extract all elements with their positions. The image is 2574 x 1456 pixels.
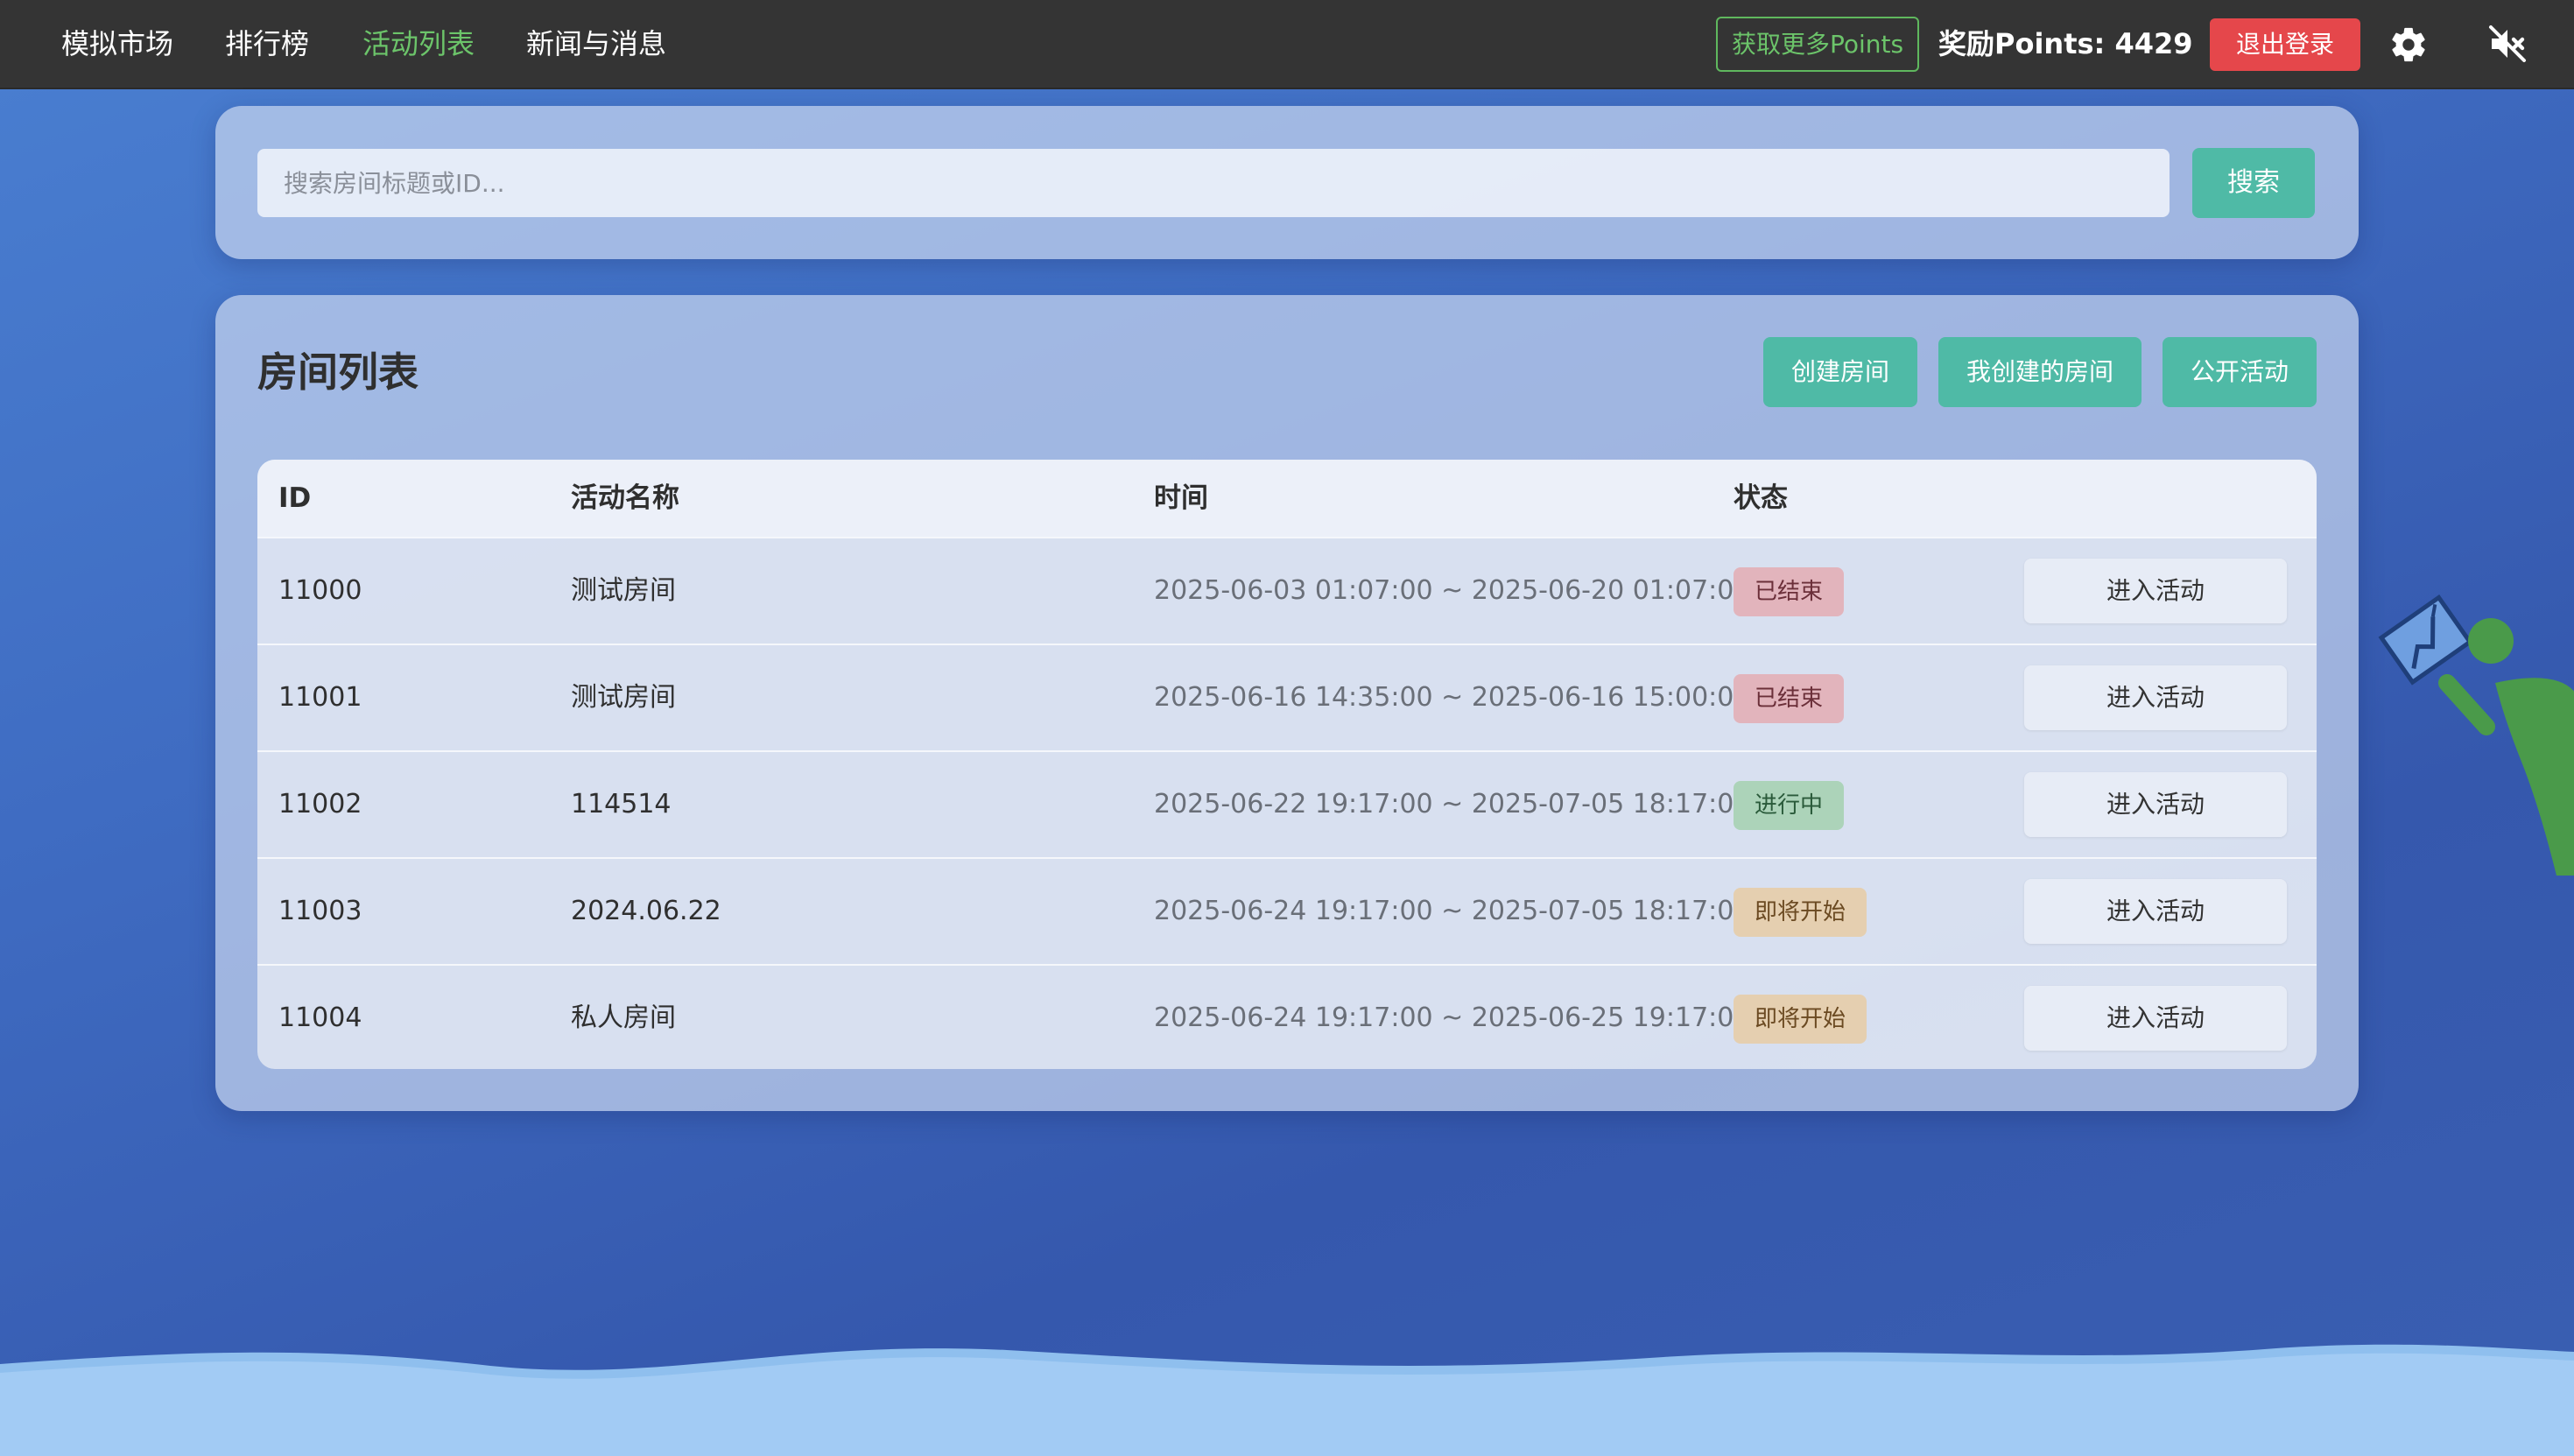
status-badge: 即将开始 (1734, 888, 1867, 937)
room-time: 2025-06-22 19:17:00 ~ 2025-07-05 18:17:0… (1154, 789, 1751, 819)
room-name: 私人房间 (571, 1002, 676, 1033)
enter-activity-button[interactable]: 进入活动 (2024, 559, 2287, 623)
status-badge: 已结束 (1734, 567, 1845, 616)
mascot-chart-figure (2364, 587, 2574, 876)
room-time: 2025-06-03 01:07:00 ~ 2025-06-20 01:07:0… (1154, 575, 1751, 606)
speaker-muted-icon[interactable] (2486, 23, 2528, 65)
room-time: 2025-06-16 14:35:00 ~ 2025-06-16 15:00:0… (1154, 682, 1751, 713)
status-badge: 即将开始 (1734, 995, 1867, 1044)
room-name: 测试房间 (571, 575, 676, 606)
room-name: 测试房间 (571, 682, 676, 713)
search-panel: 搜索 (215, 106, 2359, 259)
room-name: 114514 (571, 789, 672, 819)
nav-item-activities[interactable]: 活动列表 (362, 0, 475, 88)
column-header-id: ID (278, 482, 312, 514)
room-table: ID 活动名称 时间 状态 11000 测试房间 2025-06-03 01:0… (257, 460, 2317, 1069)
nav-item-leaderboard[interactable]: 排行榜 (225, 0, 309, 88)
table-row: 11001 测试房间 2025-06-16 14:35:00 ~ 2025-06… (257, 644, 2317, 750)
room-id: 11002 (278, 789, 362, 819)
table-row: 11000 测试房间 2025-06-03 01:07:00 ~ 2025-06… (257, 537, 2317, 644)
room-time: 2025-06-24 19:17:00 ~ 2025-06-25 19:17:0… (1154, 1002, 1751, 1033)
enter-activity-button[interactable]: 进入活动 (2024, 986, 2287, 1051)
nav-item-market[interactable]: 模拟市场 (61, 0, 173, 88)
table-row: 11004 私人房间 2025-06-24 19:17:00 ~ 2025-06… (257, 964, 2317, 1069)
table-header: ID 活动名称 时间 状态 (257, 460, 2317, 537)
room-id: 11000 (278, 575, 362, 606)
enter-activity-button[interactable]: 进入活动 (2024, 772, 2287, 837)
get-more-points-button[interactable]: 获取更多Points (1716, 17, 1919, 72)
points-display: 奖励Points: 4429 (1938, 27, 2193, 60)
enter-activity-button[interactable]: 进入活动 (2024, 665, 2287, 730)
public-activities-button[interactable]: 公开活动 (2163, 337, 2317, 407)
gear-icon[interactable] (2388, 25, 2429, 65)
search-input[interactable] (257, 149, 2170, 217)
logout-button[interactable]: 退出登录 (2210, 18, 2360, 71)
room-name: 2024.06.22 (571, 896, 721, 926)
top-navbar: 模拟市场 排行榜 活动列表 新闻与消息 获取更多Points 奖励Points:… (0, 0, 2574, 89)
table-row: 11002 114514 2025-06-22 19:17:00 ~ 2025-… (257, 750, 2317, 857)
search-button[interactable]: 搜索 (2192, 148, 2315, 218)
room-id: 11001 (278, 682, 362, 713)
enter-activity-button[interactable]: 进入活动 (2024, 879, 2287, 944)
room-list-panel: 房间列表 创建房间 我创建的房间 公开活动 ID 活动名称 时间 状态 1100… (215, 295, 2359, 1111)
wave-decoration (0, 1344, 2574, 1456)
room-time: 2025-06-24 19:17:00 ~ 2025-07-05 18:17:0… (1154, 896, 1751, 926)
page-title: 房间列表 (257, 348, 418, 396)
column-header-name: 活动名称 (571, 482, 679, 514)
room-id: 11004 (278, 1002, 362, 1033)
create-room-button[interactable]: 创建房间 (1763, 337, 1917, 407)
table-row: 11003 2024.06.22 2025-06-24 19:17:00 ~ 2… (257, 857, 2317, 964)
column-header-status: 状态 (1734, 482, 1788, 514)
nav-item-news[interactable]: 新闻与消息 (526, 0, 666, 88)
column-header-time: 时间 (1154, 482, 1208, 514)
status-badge: 进行中 (1734, 781, 1845, 830)
status-badge: 已结束 (1734, 674, 1845, 723)
my-rooms-button[interactable]: 我创建的房间 (1938, 337, 2141, 407)
room-id: 11003 (278, 896, 362, 926)
